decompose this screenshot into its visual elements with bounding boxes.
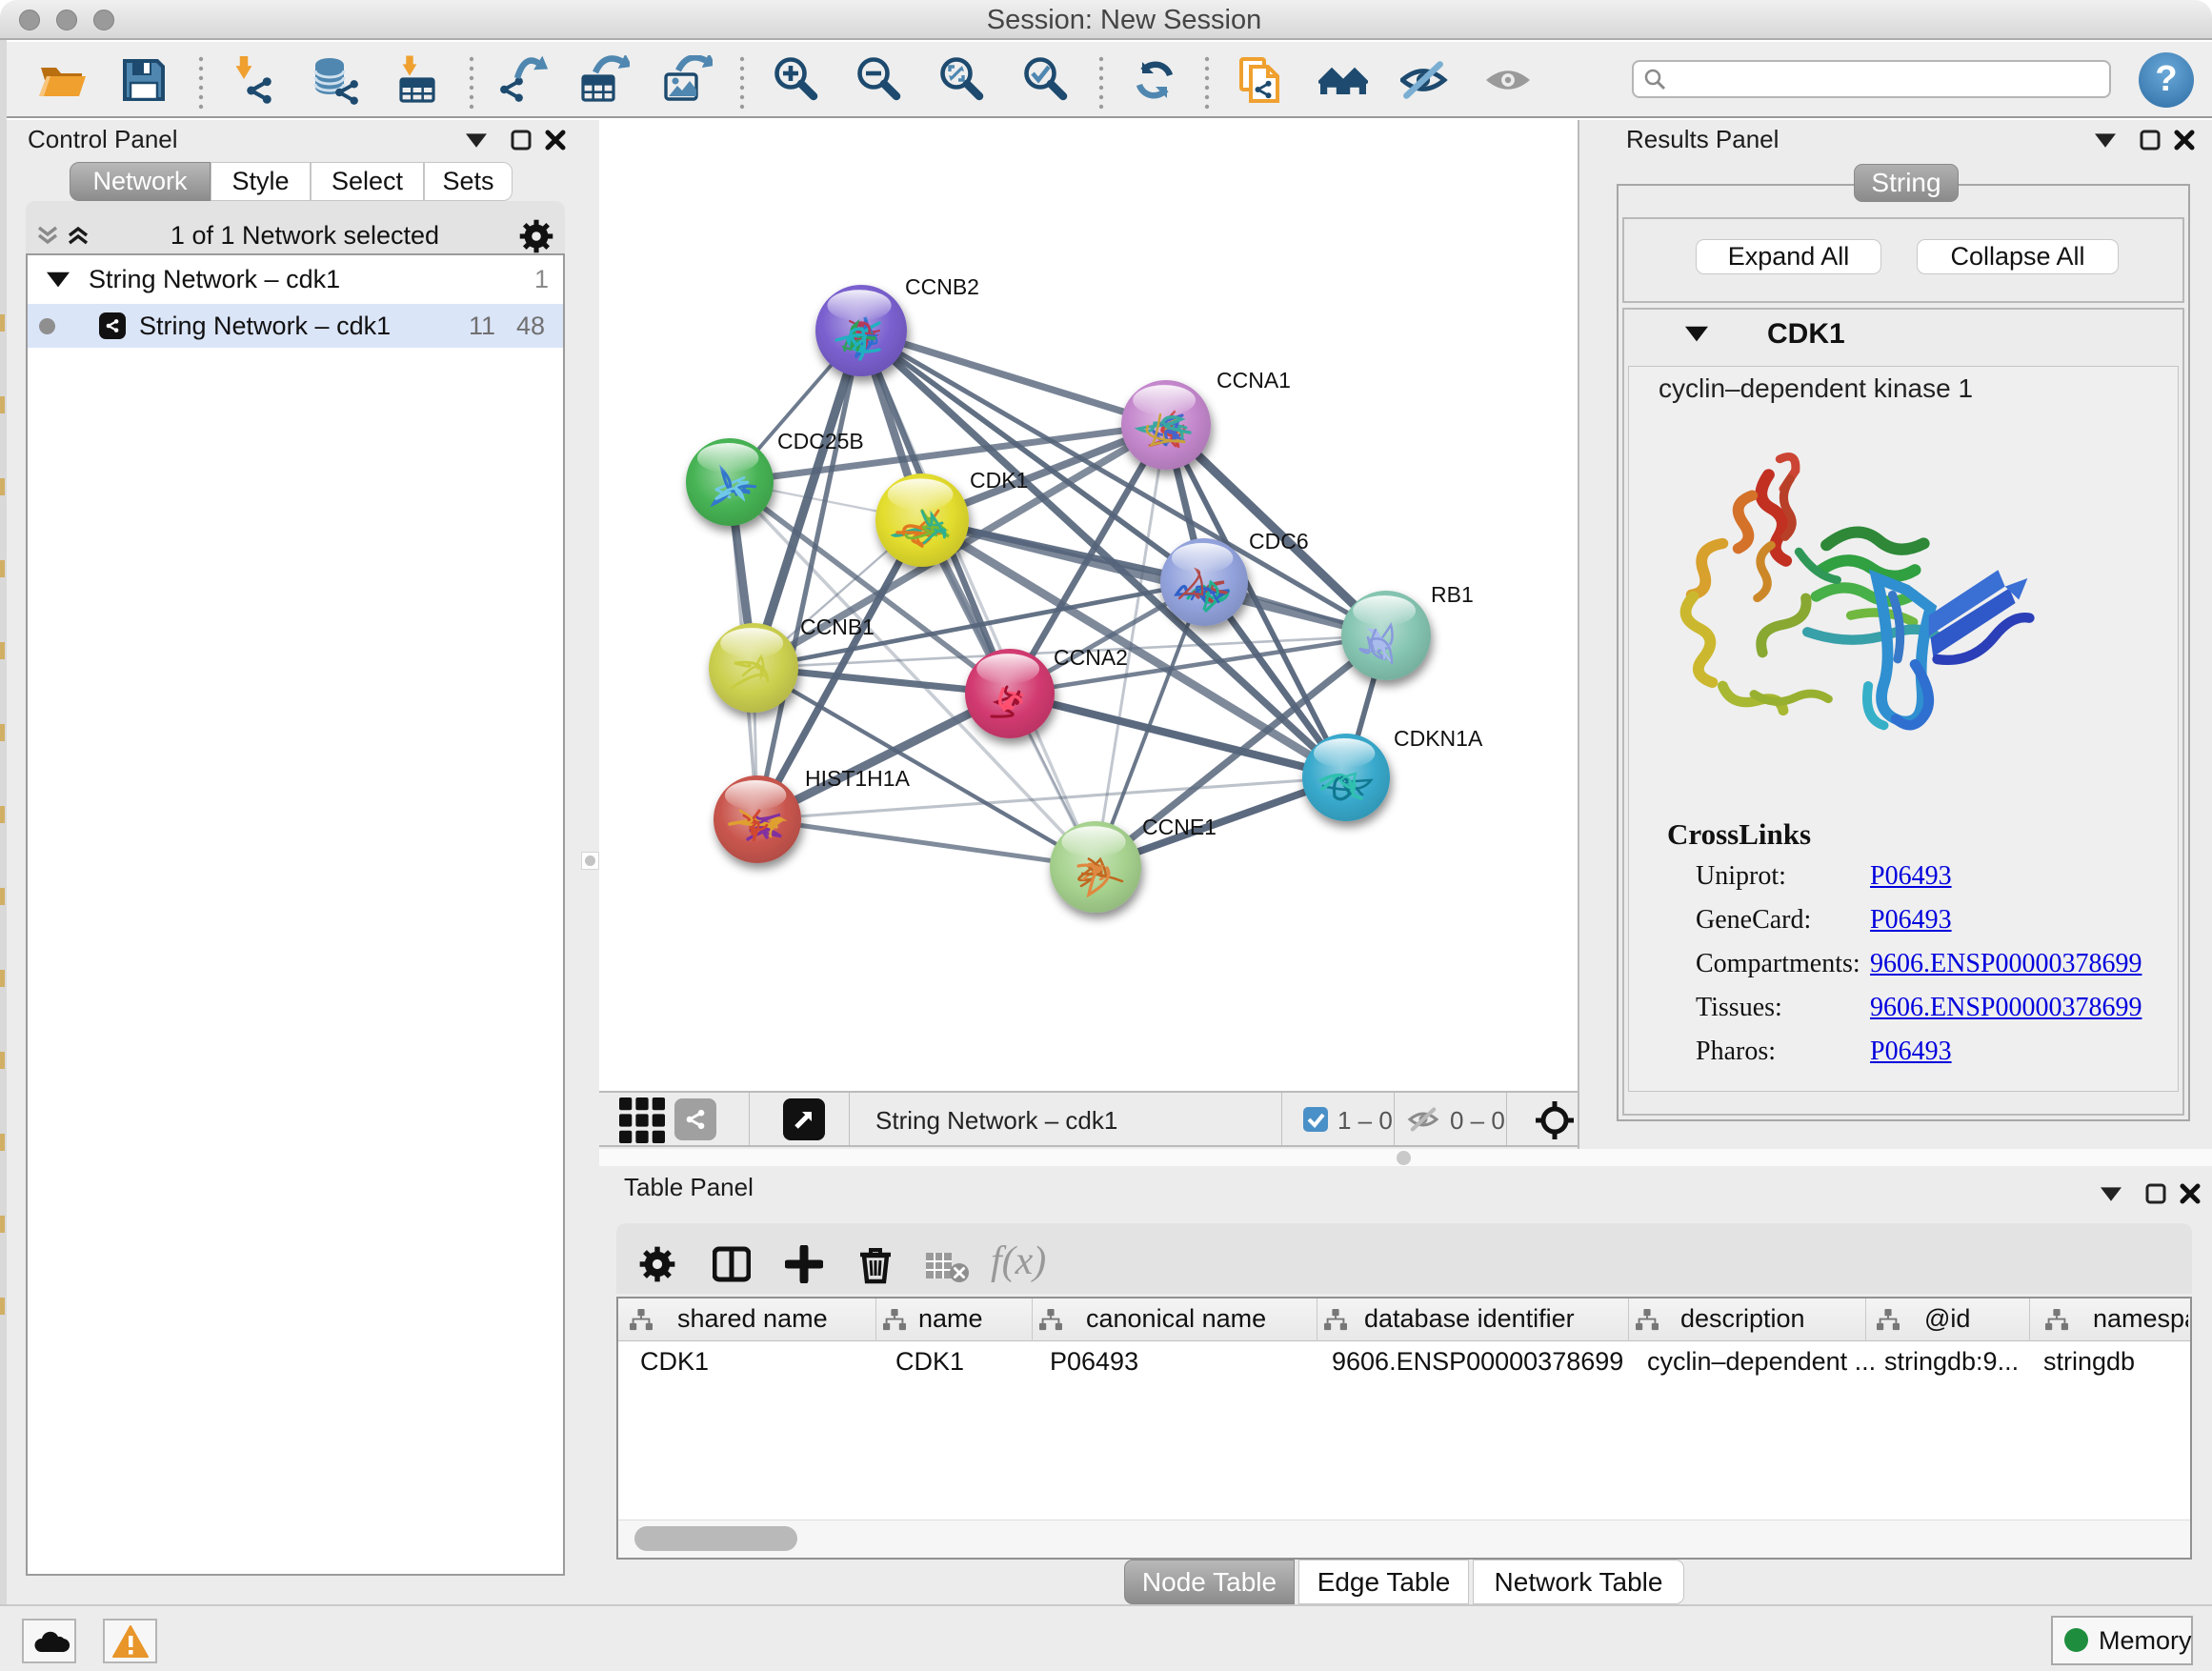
- svg-text:CCNB1: CCNB1: [800, 614, 875, 639]
- svg-text:CDK1: CDK1: [970, 468, 1028, 493]
- svg-text:CCNA1: CCNA1: [1217, 368, 1291, 393]
- svg-text:CDC6: CDC6: [1249, 529, 1309, 554]
- svg-text:CCNB2: CCNB2: [905, 274, 979, 299]
- svg-text:CCNA2: CCNA2: [1054, 645, 1128, 670]
- svg-text:HIST1H1A: HIST1H1A: [805, 766, 911, 791]
- svg-text:CDC25B: CDC25B: [777, 429, 864, 453]
- svg-text:CCNE1: CCNE1: [1142, 815, 1217, 839]
- svg-text:CDKN1A: CDKN1A: [1394, 726, 1483, 751]
- svg-text:RB1: RB1: [1431, 582, 1474, 607]
